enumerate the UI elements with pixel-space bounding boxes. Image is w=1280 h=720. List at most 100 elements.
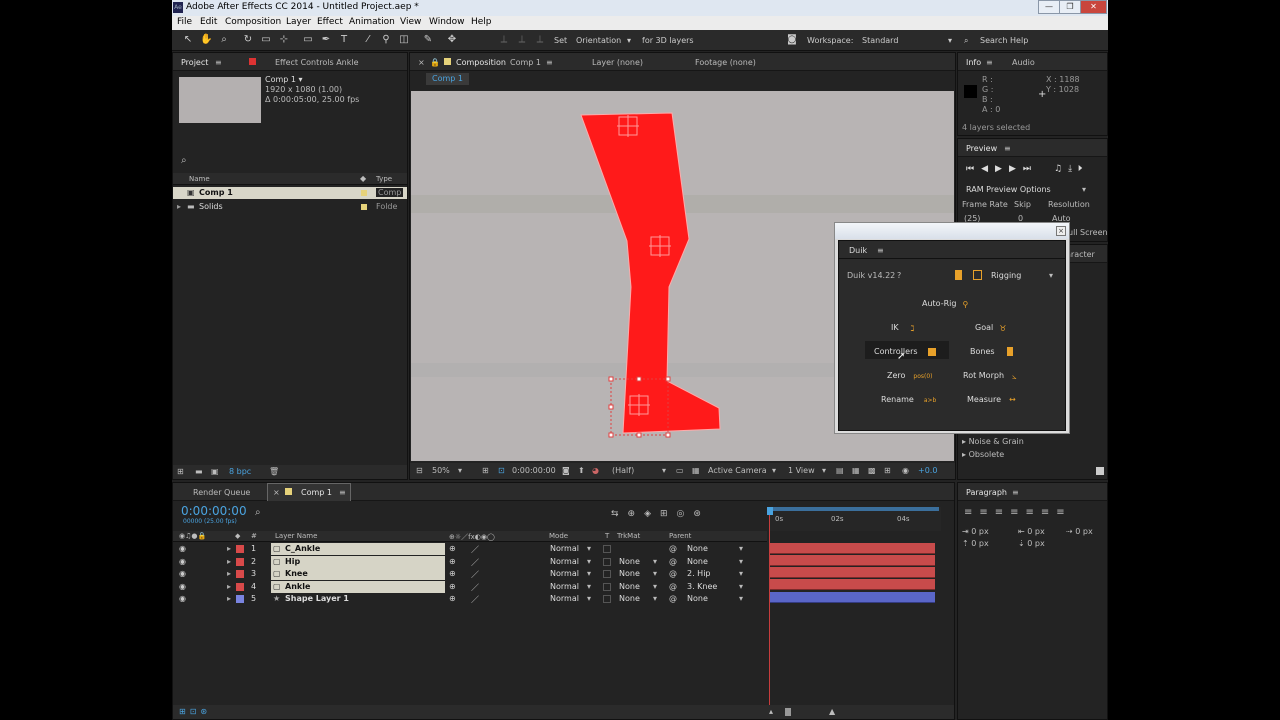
rectangle-tool-icon[interactable]: ▭ bbox=[302, 34, 314, 46]
timeline-icon[interactable]: ▩ bbox=[868, 466, 876, 475]
goal-button[interactable]: Goal ♉ bbox=[975, 323, 1006, 333]
notes-icon[interactable] bbox=[955, 270, 962, 280]
camera-dropdown[interactable]: Active Camera bbox=[708, 466, 767, 475]
visibility-eye-icon[interactable]: ◉ bbox=[179, 582, 186, 591]
label-tag-icon[interactable]: ◆ bbox=[360, 174, 366, 183]
chevron-down-icon[interactable]: ▾ bbox=[662, 466, 666, 475]
chevron-down-icon[interactable]: ▾ bbox=[739, 582, 743, 591]
menu-effect[interactable]: Effect bbox=[317, 17, 343, 27]
column-t[interactable]: T bbox=[605, 532, 609, 540]
pick-whip-icon[interactable]: @ bbox=[669, 594, 677, 603]
zero-button[interactable]: Zero pos(0) bbox=[887, 371, 933, 380]
panel-menu-icon[interactable]: ≡ bbox=[339, 488, 346, 497]
layer-duration-bar[interactable] bbox=[769, 543, 935, 554]
vr-goggles-icon[interactable]: ◙ bbox=[784, 34, 800, 46]
chevron-down-icon[interactable]: ▾ bbox=[739, 544, 743, 553]
axis-mode-local-icon[interactable]: ⟂ bbox=[498, 34, 510, 46]
column-mode[interactable]: Mode bbox=[549, 532, 568, 540]
playhead-handle-icon[interactable] bbox=[767, 507, 773, 515]
time-ruler[interactable]: 0s 02s 04s bbox=[769, 507, 941, 531]
ik-button[interactable]: IK ℷ bbox=[891, 323, 914, 333]
expand-arrow-icon[interactable]: ▸ bbox=[227, 569, 231, 578]
resolution-dropdown[interactable]: (Half) bbox=[612, 466, 634, 475]
autorig-button[interactable]: Auto-Rig ⚲ bbox=[922, 299, 968, 309]
menu-help[interactable]: Help bbox=[471, 17, 492, 27]
chevron-down-icon[interactable]: ▾ bbox=[587, 569, 591, 578]
quality-switch-icon[interactable]: ／ bbox=[471, 594, 479, 605]
chevron-down-icon[interactable]: ▾ bbox=[1049, 271, 1053, 280]
work-area-bar[interactable] bbox=[769, 507, 939, 511]
chevron-down-icon[interactable]: ▾ bbox=[739, 569, 743, 578]
shy-switch-icon[interactable]: ⊕ bbox=[449, 557, 456, 566]
tab-composition[interactable]: Composition bbox=[456, 58, 506, 67]
preserve-transparency-checkbox[interactable] bbox=[603, 595, 611, 603]
search-icon[interactable]: ⌕ bbox=[255, 507, 261, 518]
timeline-switches-icons[interactable]: ⇆⊕◈⊞◎⊛ bbox=[611, 509, 710, 519]
zoom-slider-thumb[interactable] bbox=[785, 708, 791, 716]
chevron-down-icon[interactable]: ▾ bbox=[587, 557, 591, 566]
roi-icon[interactable]: ▭ bbox=[676, 466, 684, 475]
always-preview-icon[interactable]: ⊟ bbox=[416, 466, 423, 475]
table-row[interactable]: ◉ ▸ 1 ▢ C_Ankle ⊕ ／ Normal ▾ @ None ▾ bbox=[173, 543, 767, 555]
trkmat-dropdown[interactable]: None bbox=[619, 582, 640, 591]
layer-duration-bar[interactable] bbox=[769, 592, 935, 603]
pick-whip-icon[interactable]: @ bbox=[669, 582, 677, 591]
flowchart-icon[interactable]: ⊞ bbox=[884, 466, 891, 475]
mode-dropdown[interactable]: Rigging bbox=[991, 271, 1021, 280]
zoom-out-icon[interactable]: ▴ bbox=[769, 707, 773, 716]
duik-window-titlebar[interactable] bbox=[835, 223, 1069, 239]
expand-arrow-icon[interactable]: ▸ bbox=[227, 582, 231, 591]
exposure-reset-icon[interactable]: ◉ bbox=[902, 466, 909, 475]
channel-icon[interactable]: ◕ bbox=[592, 466, 599, 475]
label-color-swatch[interactable] bbox=[236, 570, 244, 578]
chevron-down-icon[interactable]: ▾ bbox=[822, 466, 826, 475]
tab-audio[interactable]: Audio bbox=[1012, 58, 1035, 67]
menu-view[interactable]: View bbox=[400, 17, 421, 27]
visibility-eye-icon[interactable]: ◉ bbox=[179, 557, 186, 566]
hand-tool-icon[interactable]: ✋ bbox=[200, 34, 212, 46]
playback-controls[interactable]: ⏮◀▶▶⏭ bbox=[966, 164, 1038, 174]
tab-footage[interactable]: Footage (none) bbox=[695, 58, 756, 67]
table-row[interactable]: ◉ ▸ 2 ▢ Hip ⊕ ／ Normal ▾ None ▾ @ None ▾ bbox=[173, 555, 767, 568]
chevron-down-icon[interactable]: ▾ bbox=[587, 544, 591, 553]
tab-render-queue[interactable]: Render Queue bbox=[193, 488, 250, 497]
preserve-transparency-checkbox[interactable] bbox=[603, 545, 611, 553]
label-color-swatch[interactable] bbox=[361, 190, 367, 196]
chevron-down-icon[interactable]: ▾ bbox=[653, 569, 657, 578]
chevron-down-icon[interactable]: ▾ bbox=[587, 594, 591, 603]
label-color-swatch[interactable] bbox=[236, 595, 244, 603]
safe-zones-icon[interactable]: ⊞ bbox=[482, 466, 489, 475]
settings-icon[interactable] bbox=[973, 270, 982, 280]
pan-behind-tool-icon[interactable]: ⊹ bbox=[278, 34, 290, 46]
panel-menu-icon[interactable]: ≡ bbox=[1004, 144, 1011, 153]
effect-category[interactable]: ▸ Noise & Grain bbox=[962, 437, 1024, 446]
preserve-transparency-checkbox[interactable] bbox=[603, 582, 611, 591]
expand-arrow-icon[interactable]: ▸ bbox=[177, 202, 181, 211]
menu-composition[interactable]: Composition bbox=[225, 17, 281, 27]
chevron-down-icon[interactable]: ▾ bbox=[653, 557, 657, 566]
label-color-swatch[interactable] bbox=[236, 582, 244, 591]
transparency-grid-icon[interactable]: ▦ bbox=[692, 466, 700, 475]
new-comp-icon[interactable]: ▣ bbox=[211, 467, 219, 476]
layer-duration-bar[interactable] bbox=[769, 579, 935, 590]
panel-menu-icon[interactable]: ≡ bbox=[1012, 488, 1019, 497]
quality-switch-icon[interactable]: ／ bbox=[471, 582, 479, 593]
mode-dropdown[interactable]: Normal bbox=[550, 582, 579, 591]
comp-name[interactable]: Comp 1 ▾ bbox=[265, 75, 303, 84]
trkmat-dropdown[interactable]: None bbox=[619, 594, 640, 603]
layer-duration-bar[interactable] bbox=[769, 555, 935, 566]
chevron-down-icon[interactable]: ▾ bbox=[627, 36, 631, 45]
table-row[interactable]: ◉ ▸ 5 ★ Shape Layer 1 ⊕ ／ Normal ▾ None ▾ @ None ▾ bbox=[173, 593, 767, 605]
close-button[interactable]: ✕ bbox=[1080, 0, 1107, 14]
bones-button[interactable]: Bones bbox=[970, 347, 1013, 356]
trkmat-dropdown[interactable]: None bbox=[619, 557, 640, 566]
visibility-eye-icon[interactable]: ◉ bbox=[179, 594, 186, 603]
zoom-in-icon[interactable]: ▲ bbox=[829, 707, 835, 716]
quality-switch-icon[interactable]: ／ bbox=[471, 544, 479, 555]
full-screen-checkbox[interactable]: ull Screen bbox=[1068, 228, 1108, 237]
tab-project[interactable]: Project bbox=[181, 58, 208, 67]
indent-first-value[interactable]: 0 px bbox=[1027, 527, 1044, 536]
exposure-value[interactable]: +0.0 bbox=[918, 466, 937, 475]
shy-switch-icon[interactable]: ⊕ bbox=[449, 582, 456, 591]
minimize-button[interactable]: — bbox=[1038, 0, 1060, 14]
